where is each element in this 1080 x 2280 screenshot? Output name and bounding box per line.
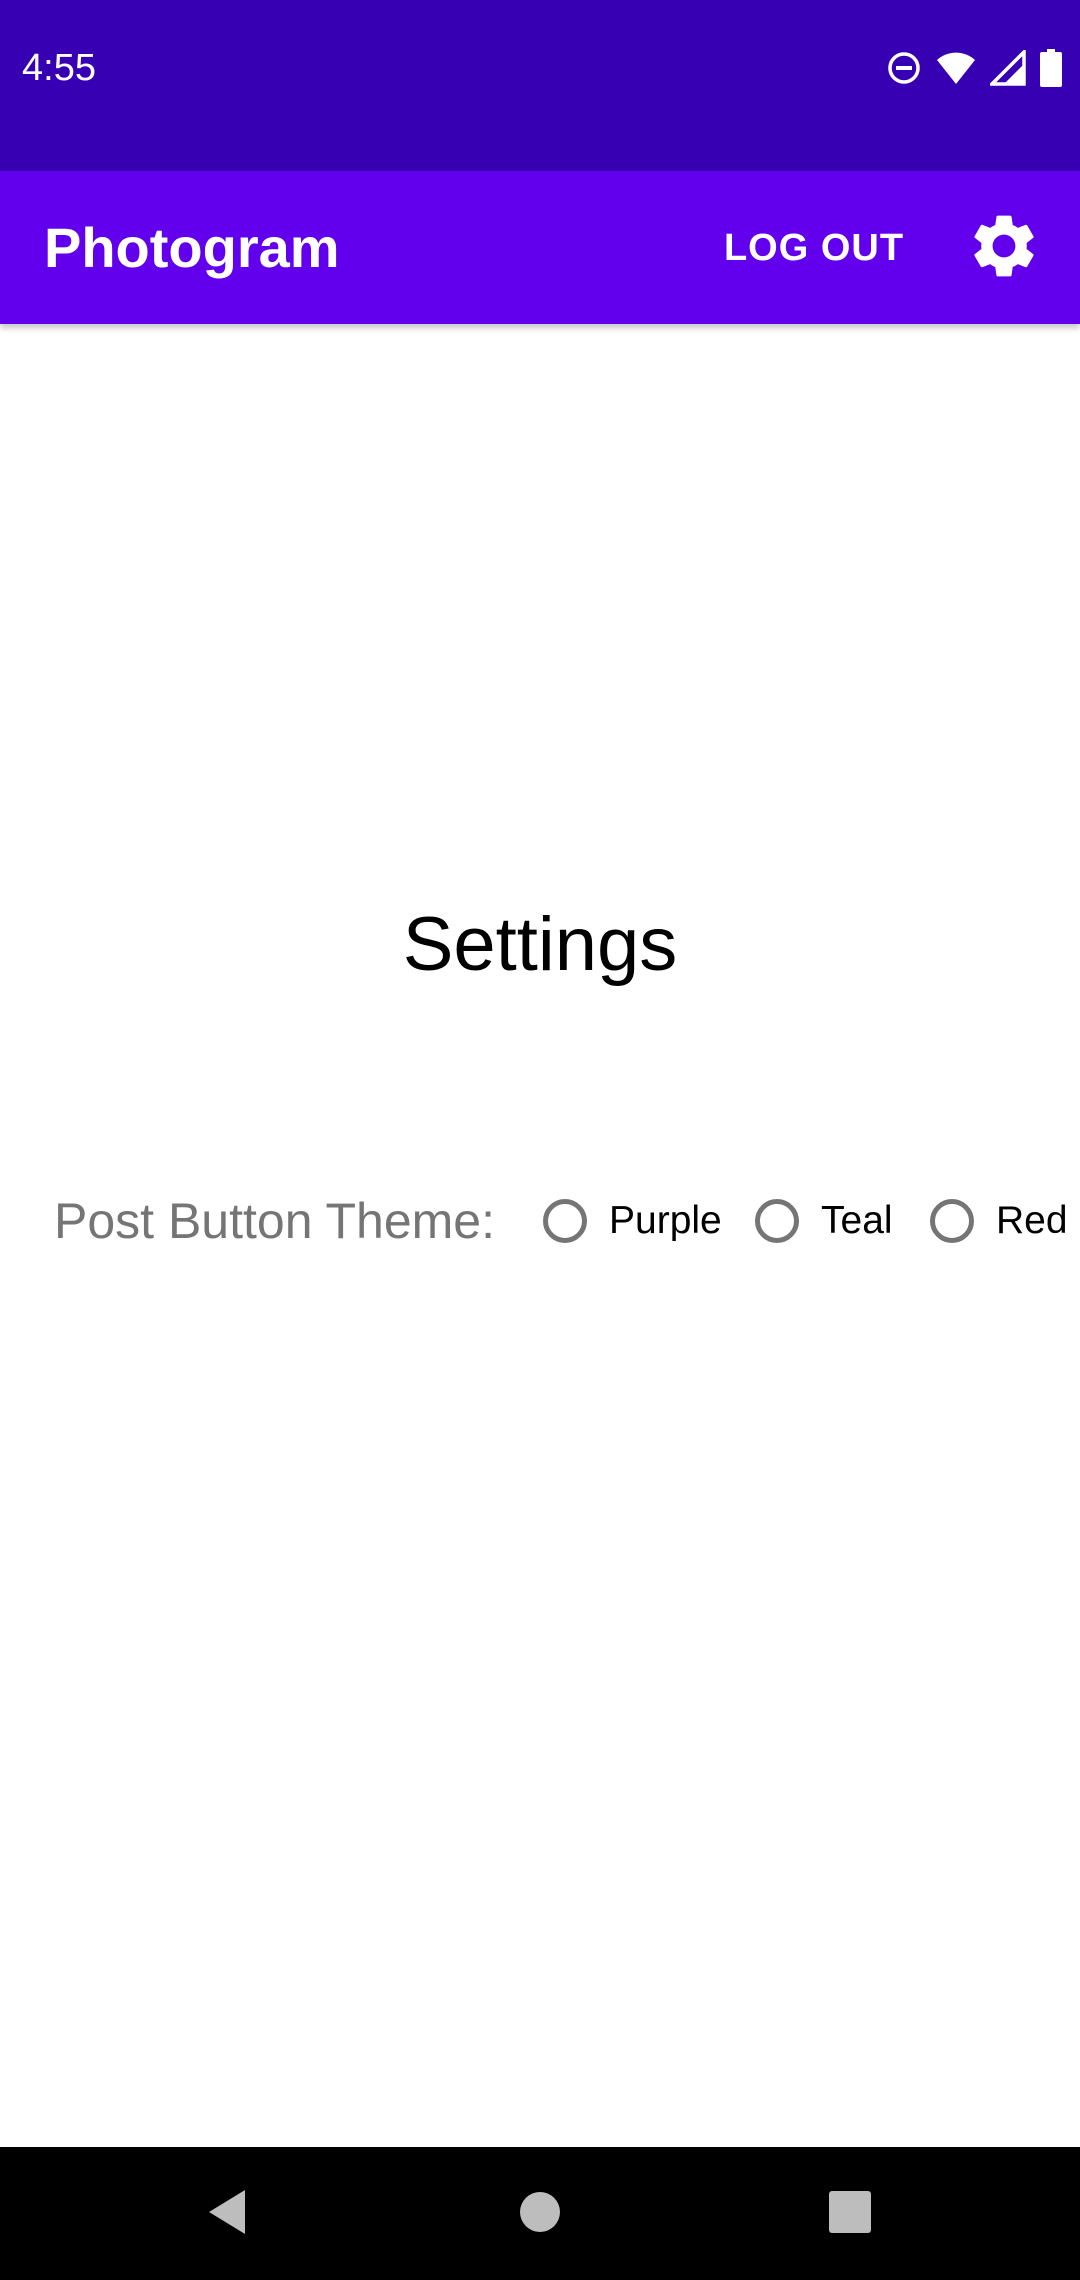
home-button[interactable] bbox=[495, 2171, 585, 2257]
do-not-disturb-icon bbox=[886, 50, 922, 86]
recents-button[interactable] bbox=[805, 2171, 895, 2257]
home-icon bbox=[519, 2191, 561, 2238]
radio-label-red: Red bbox=[996, 1199, 1068, 1242]
battery-icon bbox=[1040, 49, 1062, 87]
radio-circle[interactable] bbox=[543, 1199, 587, 1243]
navigation-bar bbox=[0, 2147, 1080, 2280]
page-title: Settings bbox=[402, 902, 678, 987]
theme-label: Post Button Theme: bbox=[54, 1193, 495, 1249]
radio-label-teal: Teal bbox=[821, 1199, 893, 1242]
radio-option-red[interactable]: Red bbox=[930, 1193, 1068, 1249]
radio-circle[interactable] bbox=[755, 1199, 799, 1243]
post-button-theme-group: Post Button Theme: Purple Teal Red bbox=[0, 1185, 1080, 1255]
app-bar: Photogram LOG OUT bbox=[0, 171, 1080, 324]
status-bar: 4:55 bbox=[0, 0, 1080, 171]
settings-button[interactable] bbox=[954, 198, 1054, 298]
radio-option-teal[interactable]: Teal bbox=[755, 1193, 893, 1249]
gear-icon bbox=[966, 208, 1042, 289]
status-time: 4:55 bbox=[22, 47, 96, 89]
back-button[interactable] bbox=[182, 2171, 272, 2257]
radio-option-purple[interactable]: Purple bbox=[543, 1193, 722, 1249]
screen: 4:55 Photogram LOG OUT Settings Post But… bbox=[0, 0, 1080, 2280]
cell-signal-icon bbox=[990, 50, 1026, 86]
recents-icon bbox=[829, 2190, 871, 2238]
logout-button[interactable]: LOG OUT bbox=[712, 211, 916, 285]
wifi-icon bbox=[936, 51, 976, 85]
status-icons bbox=[886, 46, 1062, 90]
radio-circle[interactable] bbox=[930, 1199, 974, 1243]
back-icon bbox=[205, 2188, 249, 2241]
radio-label-purple: Purple bbox=[609, 1199, 722, 1242]
app-title: Photogram bbox=[44, 216, 340, 279]
